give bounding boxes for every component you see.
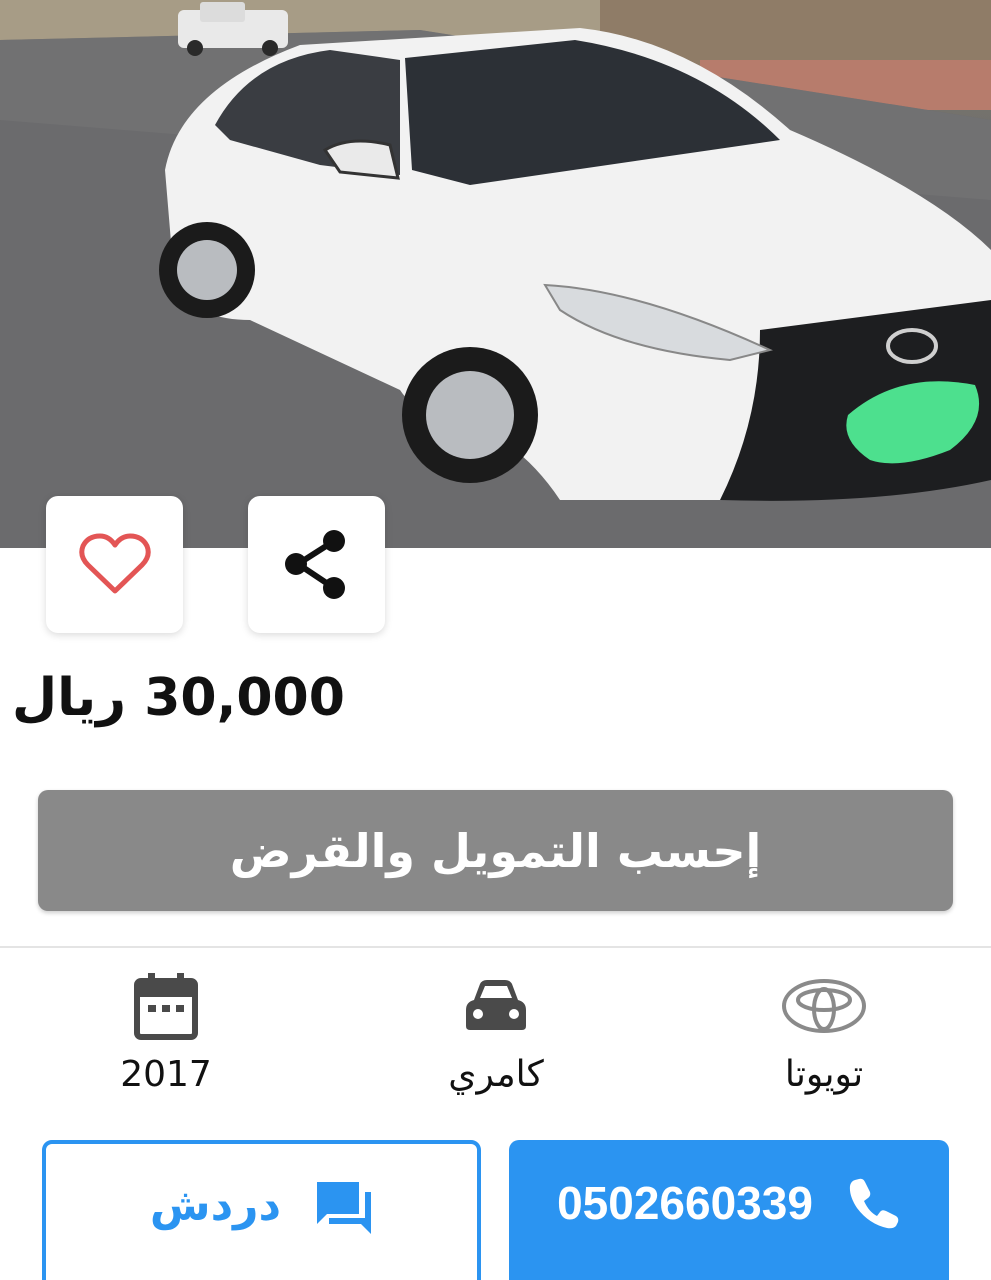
calendar-icon (134, 973, 198, 1040)
spec-year: 2017 (66, 970, 266, 1095)
spec-model: كامري (396, 970, 596, 1095)
toyota-logo-icon (782, 979, 866, 1033)
spec-model-label: كامري (448, 1054, 544, 1095)
spec-make: تويوتا (724, 970, 924, 1095)
share-icon (284, 529, 345, 599)
share-button[interactable] (248, 496, 385, 633)
car-icon (466, 980, 526, 1030)
phone-icon (849, 1178, 899, 1229)
finance-calculator-label: إحسب التمويل والقرض (229, 823, 762, 878)
favorite-button[interactable] (46, 496, 183, 633)
spec-year-label: 2017 (120, 1054, 212, 1095)
phone-number: 0502660339 (557, 1177, 813, 1229)
car-photo-illustration (0, 0, 991, 548)
listing-price: 30,000 ريال (12, 668, 345, 728)
chat-icon (317, 1182, 372, 1234)
spec-make-label: تويوتا (784, 1054, 864, 1095)
call-button[interactable]: 0502660339 (509, 1140, 949, 1280)
chat-button[interactable]: دردش (42, 1140, 481, 1280)
car-photo[interactable] (0, 0, 991, 548)
heart-icon (78, 533, 151, 593)
finance-calculator-button[interactable]: إحسب التمويل والقرض (38, 790, 953, 911)
divider (0, 946, 991, 948)
chat-button-label: دردش (149, 1180, 282, 1231)
